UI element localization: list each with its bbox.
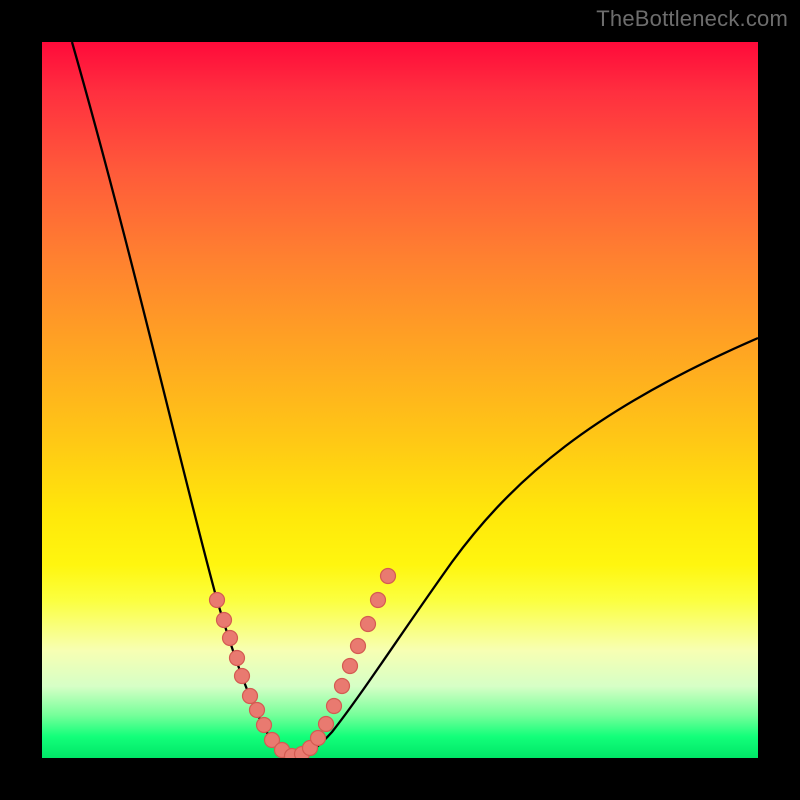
data-dot xyxy=(335,679,350,694)
plot-area xyxy=(42,42,758,758)
data-dot xyxy=(327,699,342,714)
curve-left xyxy=(72,42,294,758)
data-dot xyxy=(381,569,396,584)
dot-group xyxy=(210,569,396,759)
data-dot xyxy=(361,617,376,632)
data-dot xyxy=(235,669,250,684)
data-dot xyxy=(230,651,245,666)
data-dot xyxy=(257,718,272,733)
data-dot xyxy=(223,631,238,646)
data-dot xyxy=(311,731,326,746)
data-dot xyxy=(319,717,334,732)
curve-layer xyxy=(42,42,758,758)
chart-frame: TheBottleneck.com xyxy=(0,0,800,800)
data-dot xyxy=(343,659,358,674)
data-dot xyxy=(351,639,366,654)
data-dot xyxy=(250,703,265,718)
data-dot xyxy=(243,689,258,704)
watermark-text: TheBottleneck.com xyxy=(596,6,788,32)
data-dot xyxy=(371,593,386,608)
data-dot xyxy=(210,593,225,608)
data-dot xyxy=(217,613,232,628)
curve-right xyxy=(294,338,758,758)
